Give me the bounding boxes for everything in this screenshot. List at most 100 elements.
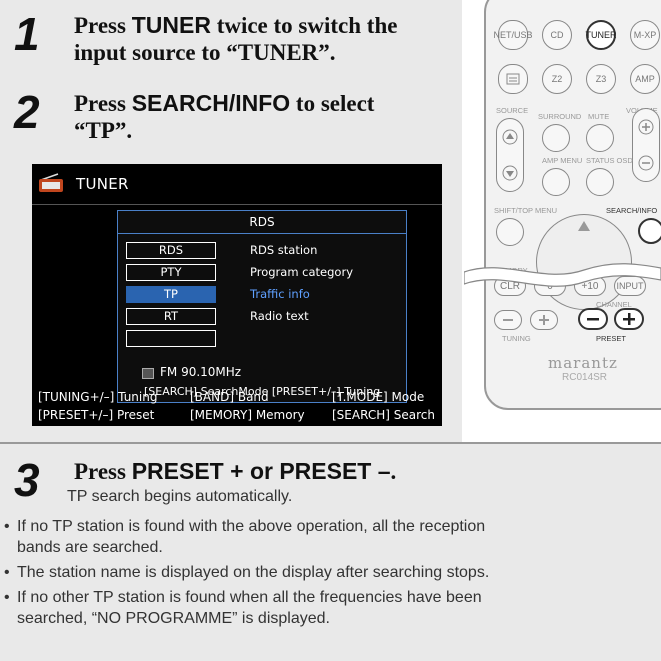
shift-top-menu-label: SHIFT/TOP MENU xyxy=(494,206,558,215)
step-number: 2 xyxy=(14,86,40,138)
cd-button[interactable]: CD xyxy=(542,20,572,50)
notes-list: If no TP station is found with the above… xyxy=(0,516,661,633)
note-text: If no other TP station is found when all… xyxy=(17,589,482,606)
brand-logo: marantz xyxy=(548,354,618,372)
remote-illustration: NET/USB CD TUNER M-XP Z2 Z3 AMP SOURCE S… xyxy=(464,0,661,442)
rds-option-desc: Traffic info xyxy=(250,287,310,301)
net-usb-button[interactable]: NET/USB xyxy=(494,20,533,50)
preset-label: PRESET xyxy=(596,334,627,343)
amp-button[interactable]: AMP xyxy=(630,64,660,94)
rds-option-empty[interactable] xyxy=(126,330,396,347)
rds-option-key xyxy=(126,330,216,347)
note-text: The station name is displayed on the dis… xyxy=(17,564,490,581)
search-info-label: SEARCH/INFO xyxy=(606,206,658,215)
tuner-button[interactable]: TUNER xyxy=(586,20,617,50)
step-1: 1 Press TUNER twice to switch the input … xyxy=(14,8,454,66)
up-down-arrows-icon xyxy=(502,129,518,181)
step-2: 2 Press SEARCH/INFO to select “TP”. xyxy=(14,86,454,144)
rds-frequency: FM 90.10MHz xyxy=(160,365,242,379)
model-name: RC014SR xyxy=(562,372,608,383)
osd-help-item: [MEMORY] Memory xyxy=(190,408,305,422)
amp-menu-button[interactable] xyxy=(542,168,570,196)
list-item: If no TP station is found with the above… xyxy=(0,516,661,558)
osd-divider xyxy=(32,204,442,205)
list-item: If no other TP station is found when all… xyxy=(0,587,661,629)
minus-icon xyxy=(503,319,513,321)
tuning-minus-button[interactable] xyxy=(494,310,522,330)
rds-option-key: RDS xyxy=(126,242,216,259)
osd-help-item: [SEARCH] Search xyxy=(332,408,435,422)
rds-option-key: PTY xyxy=(126,264,216,281)
rds-option-tp[interactable]: TP Traffic info xyxy=(126,286,396,303)
step-keyword: SEARCH/INFO xyxy=(131,90,291,116)
rds-option-key: RT xyxy=(126,308,216,325)
osd-title: TUNER xyxy=(76,175,129,193)
minus-icon xyxy=(587,318,599,321)
z3-button[interactable]: Z3 xyxy=(586,64,616,94)
plus-icon xyxy=(623,313,635,325)
plus-icon xyxy=(539,315,549,325)
rds-option-desc: RDS station xyxy=(250,243,318,257)
rds-option-desc: Program category xyxy=(250,265,354,279)
remote-body: NET/USB CD TUNER M-XP Z2 Z3 AMP SOURCE S… xyxy=(484,0,661,410)
mute-label: MUTE xyxy=(588,112,610,121)
step-number: 3 xyxy=(14,454,40,506)
note-text: bands are searched. xyxy=(17,539,163,556)
source-rocker[interactable] xyxy=(496,118,524,192)
rds-option-rt[interactable]: RT Radio text xyxy=(126,308,396,325)
step-text-line2: input source to “TUNER”. xyxy=(74,40,336,65)
mxp-button[interactable]: M-XP xyxy=(630,20,660,50)
plus-minus-icon xyxy=(638,119,654,171)
step-text-post: . xyxy=(390,459,397,484)
rds-dialog-title: RDS xyxy=(118,211,406,234)
step-3-subtext: TP search begins automatically. xyxy=(67,488,293,505)
status-osd-button[interactable] xyxy=(586,168,614,196)
tuning-label: TUNING xyxy=(502,334,531,343)
list-item: The station name is displayed on the dis… xyxy=(0,562,661,583)
preset-minus-button[interactable] xyxy=(578,308,608,330)
step-text-pre: Press xyxy=(74,459,132,484)
z2-button[interactable]: Z2 xyxy=(542,64,572,94)
up-arrow-icon xyxy=(578,221,590,231)
rds-dialog: RDS RDS RDS station PTY Program category… xyxy=(117,210,407,403)
step-text-post: to select xyxy=(290,91,375,116)
osd-header: TUNER xyxy=(32,164,442,205)
rds-option-key: TP xyxy=(126,286,216,303)
preset-plus-button[interactable] xyxy=(614,308,644,330)
step-text-line2: “TP”. xyxy=(74,118,133,143)
step-instruction: Press SEARCH/INFO to select “TP”. xyxy=(74,90,374,144)
status-osd-label: STATUS OSD xyxy=(586,156,633,165)
step-text-pre: Press xyxy=(74,13,132,38)
note-text: searched, “NO PROGRAMME” is displayed. xyxy=(17,610,330,627)
note-text: If no TP station is found with the above… xyxy=(17,518,486,535)
rds-option-rds[interactable]: RDS RDS station xyxy=(126,242,396,259)
tuning-plus-button[interactable] xyxy=(530,310,558,330)
osd-help-item: [TUNING+/–] Tuning xyxy=(38,390,158,404)
band-icon xyxy=(142,368,154,379)
volume-rocker[interactable] xyxy=(632,108,660,182)
osd-help-item: [BAND] Band xyxy=(190,390,269,404)
setup-button[interactable] xyxy=(498,64,528,94)
step-instruction: Press TUNER twice to switch the input so… xyxy=(74,12,397,66)
surround-label: SURROUND xyxy=(538,112,582,121)
steps-panel: 1 Press TUNER twice to switch the input … xyxy=(0,0,462,442)
rds-option-pty[interactable]: PTY Program category xyxy=(126,264,396,281)
step-text-post: twice to switch the xyxy=(210,13,398,38)
step-3-section: 3 Press PRESET + or PRESET –. TP search … xyxy=(0,442,661,661)
step-keyword: TUNER xyxy=(131,12,211,38)
osd-help-item: [T.MODE] Mode xyxy=(332,390,425,404)
mute-button[interactable] xyxy=(586,124,614,152)
step-text-pre: Press xyxy=(74,91,132,116)
keypad-icon xyxy=(506,73,520,85)
step-keyword: PRESET + or PRESET – xyxy=(131,458,391,484)
surround-button[interactable] xyxy=(542,124,570,152)
source-label: SOURCE xyxy=(496,106,529,115)
amp-menu-label: AMP MENU xyxy=(542,156,583,165)
rds-option-desc: Radio text xyxy=(250,309,309,323)
search-info-button[interactable] xyxy=(638,218,661,244)
tuner-osd-screen: TUNER RDS RDS RDS station PTY Program ca… xyxy=(32,164,442,426)
step-number: 1 xyxy=(14,8,40,60)
radio-icon xyxy=(39,173,63,192)
shift-top-menu-button[interactable] xyxy=(496,218,524,246)
cut-line-graphic xyxy=(464,263,661,287)
